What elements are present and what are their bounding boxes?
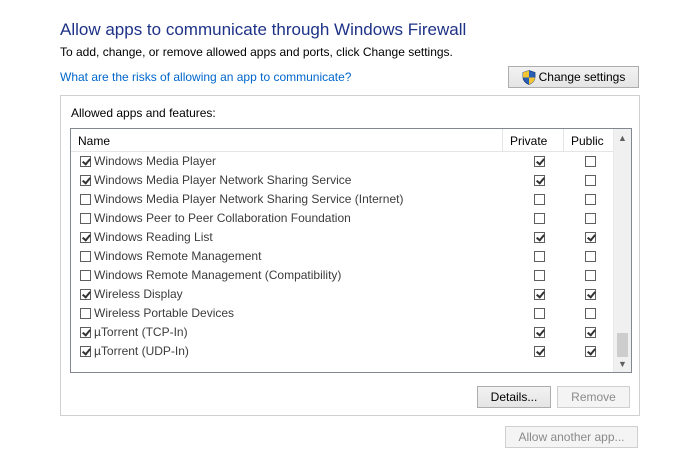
app-name: Windows Remote Management — [94, 249, 262, 263]
app-enabled-checkbox[interactable] — [80, 251, 91, 262]
allowed-apps-label: Allowed apps and features: — [71, 106, 216, 120]
public-checkbox[interactable] — [585, 346, 596, 357]
scroll-up-arrow-icon[interactable]: ▲ — [614, 129, 631, 146]
table-row[interactable]: Windows Reading List — [71, 228, 614, 247]
app-name: Windows Media Player Network Sharing Ser… — [94, 192, 404, 206]
table-row[interactable]: Windows Media Player Network Sharing Ser… — [71, 171, 614, 190]
public-checkbox[interactable] — [585, 232, 596, 243]
table-row[interactable]: µTorrent (TCP-In) — [71, 323, 614, 342]
app-enabled-checkbox[interactable] — [80, 327, 91, 338]
list-header: Name Private Public — [71, 129, 614, 152]
scroll-down-arrow-icon[interactable]: ▼ — [614, 355, 631, 372]
public-checkbox[interactable] — [585, 251, 596, 262]
table-row[interactable]: Windows Media Player Network Sharing Ser… — [71, 190, 614, 209]
column-divider — [563, 129, 564, 151]
details-button[interactable]: Details... — [477, 386, 551, 408]
column-divider — [502, 129, 503, 151]
scrollbar-thumb[interactable] — [617, 333, 628, 357]
allowed-apps-group: Allowed apps and features: Name Private … — [60, 95, 640, 416]
column-header-public[interactable]: Public — [571, 134, 604, 148]
app-name: Wireless Display — [94, 287, 183, 301]
app-name: Windows Media Player Network Sharing Ser… — [94, 173, 352, 187]
app-name: Windows Media Player — [94, 154, 217, 168]
private-checkbox[interactable] — [534, 327, 545, 338]
table-row[interactable]: Wireless Portable Devices — [71, 304, 614, 323]
private-checkbox[interactable] — [534, 194, 545, 205]
public-checkbox[interactable] — [585, 308, 596, 319]
allowed-apps-list[interactable]: Name Private Public Windows Media Player… — [70, 128, 632, 373]
app-enabled-checkbox[interactable] — [80, 175, 91, 186]
public-checkbox[interactable] — [585, 194, 596, 205]
table-row[interactable]: Windows Remote Management (Compatibility… — [71, 266, 614, 285]
private-checkbox[interactable] — [534, 346, 545, 357]
page-title: Allow apps to communicate through Window… — [60, 20, 467, 39]
table-row[interactable]: Windows Remote Management — [71, 247, 614, 266]
change-settings-button[interactable]: Change settings — [508, 66, 639, 88]
app-enabled-checkbox[interactable] — [80, 194, 91, 205]
column-header-name[interactable]: Name — [78, 134, 110, 148]
remove-button[interactable]: Remove — [557, 386, 630, 408]
app-enabled-checkbox[interactable] — [80, 346, 91, 357]
risks-link[interactable]: What are the risks of allowing an app to… — [60, 70, 351, 84]
app-enabled-checkbox[interactable] — [80, 289, 91, 300]
table-row[interactable]: Windows Media Player — [71, 152, 614, 171]
app-name: Windows Peer to Peer Collaboration Found… — [94, 211, 351, 225]
app-rows: Windows Media Player Windows Media Player… — [71, 152, 614, 361]
private-checkbox[interactable] — [534, 232, 545, 243]
allow-another-app-button[interactable]: Allow another app... — [505, 426, 638, 448]
public-checkbox[interactable] — [585, 156, 596, 167]
app-name: Windows Reading List — [94, 230, 213, 244]
column-header-private[interactable]: Private — [510, 134, 547, 148]
public-checkbox[interactable] — [585, 213, 596, 224]
private-checkbox[interactable] — [534, 213, 545, 224]
app-name: µTorrent (TCP-In) — [94, 325, 188, 339]
private-checkbox[interactable] — [534, 156, 545, 167]
public-checkbox[interactable] — [585, 327, 596, 338]
page-subtitle: To add, change, or remove allowed apps a… — [60, 45, 453, 59]
change-settings-label: Change settings — [538, 70, 626, 84]
app-enabled-checkbox[interactable] — [80, 308, 91, 319]
app-name: Wireless Portable Devices — [94, 306, 235, 320]
private-checkbox[interactable] — [534, 308, 545, 319]
public-checkbox[interactable] — [585, 175, 596, 186]
private-checkbox[interactable] — [534, 270, 545, 281]
public-checkbox[interactable] — [585, 270, 596, 281]
app-enabled-checkbox[interactable] — [80, 156, 91, 167]
app-enabled-checkbox[interactable] — [80, 213, 91, 224]
table-row[interactable]: Wireless Display — [71, 285, 614, 304]
table-row[interactable]: µTorrent (UDP-In) — [71, 342, 614, 361]
table-row[interactable]: Windows Peer to Peer Collaboration Found… — [71, 209, 614, 228]
app-enabled-checkbox[interactable] — [80, 270, 91, 281]
public-checkbox[interactable] — [585, 289, 596, 300]
app-name: Windows Remote Management (Compatibility… — [94, 268, 342, 282]
uac-shield-icon — [522, 69, 536, 85]
private-checkbox[interactable] — [534, 251, 545, 262]
app-enabled-checkbox[interactable] — [80, 232, 91, 243]
app-name: µTorrent (UDP-In) — [94, 344, 189, 358]
private-checkbox[interactable] — [534, 175, 545, 186]
private-checkbox[interactable] — [534, 289, 545, 300]
vertical-scrollbar[interactable]: ▲ ▼ — [613, 129, 631, 372]
